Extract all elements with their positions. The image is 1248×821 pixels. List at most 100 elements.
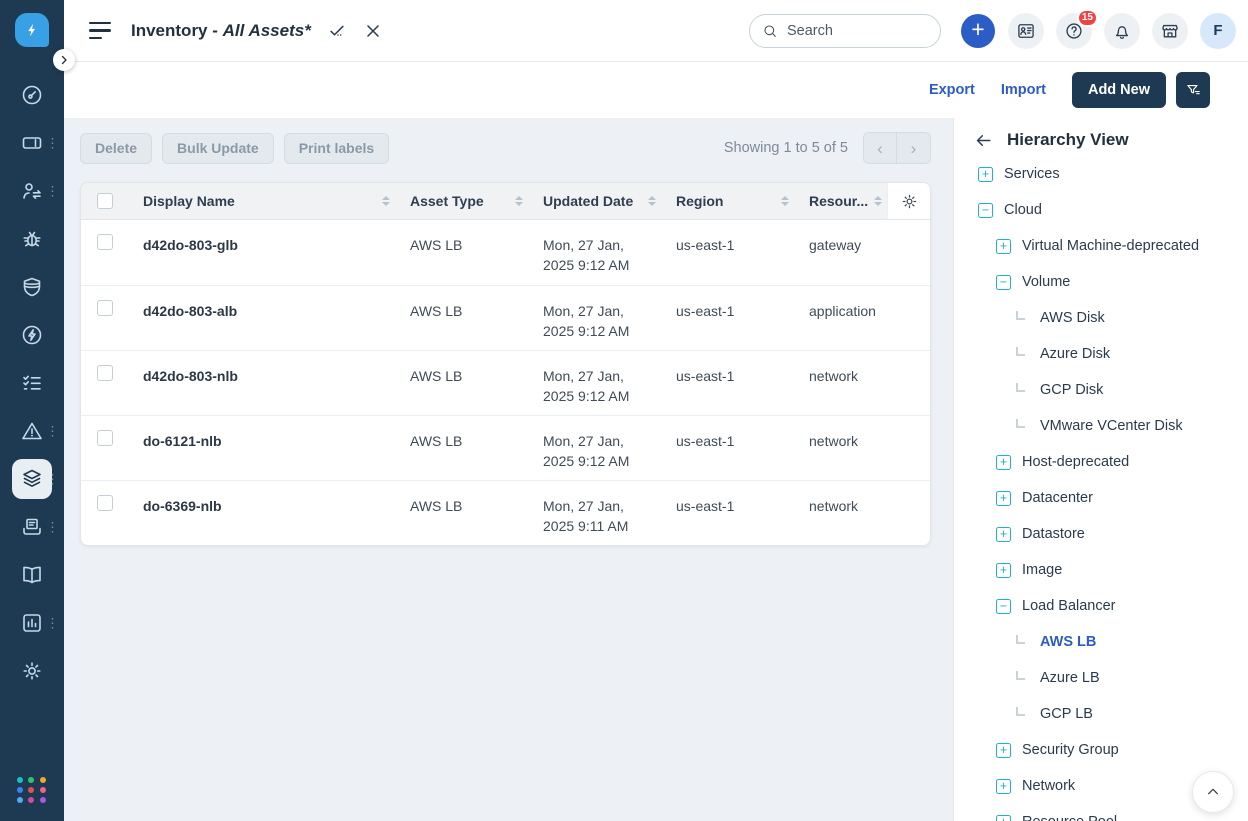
cell-display_name[interactable]: d42do-803-alb: [131, 286, 398, 350]
tree-item-vmware-vcenter-disk[interactable]: VMware VCenter Disk: [954, 408, 1248, 444]
export-link[interactable]: Export: [929, 82, 975, 98]
expand-node-icon[interactable]: +: [996, 455, 1011, 470]
bulk-update-button[interactable]: Bulk Update: [162, 133, 274, 164]
cell-display_name[interactable]: d42do-803-glb: [131, 220, 398, 285]
collapse-node-icon[interactable]: −: [978, 203, 993, 218]
cell-display_name[interactable]: d42do-803-nlb: [131, 351, 398, 415]
column-header[interactable]: Region: [664, 183, 797, 220]
expand-node-icon[interactable]: +: [996, 743, 1011, 758]
sidebar-item-settings[interactable]: [0, 647, 64, 695]
sort-icon[interactable]: [376, 196, 390, 207]
sidebar-item-print-jobs[interactable]: ⋮: [0, 503, 64, 551]
expand-node-icon[interactable]: +: [996, 779, 1011, 794]
row-checkbox[interactable]: [97, 365, 113, 381]
row-checkbox[interactable]: [97, 300, 113, 316]
add-new-button[interactable]: Add New: [1072, 72, 1166, 108]
user-avatar[interactable]: F: [1200, 13, 1236, 49]
next-page-button[interactable]: ›: [897, 133, 930, 163]
expand-node-icon[interactable]: +: [996, 239, 1011, 254]
column-header[interactable]: Display Name: [131, 183, 398, 220]
tree-item-cloud[interactable]: −Cloud: [954, 192, 1248, 228]
sort-icon[interactable]: [509, 196, 523, 207]
prev-page-button[interactable]: ‹: [864, 133, 897, 163]
tree-item-aws-lb[interactable]: AWS LB: [954, 624, 1248, 660]
sidebar-item-alerts[interactable]: ⋮: [0, 407, 64, 455]
cell-display_name[interactable]: do-6121-nlb: [131, 416, 398, 480]
tree-item-volume[interactable]: −Volume: [954, 264, 1248, 300]
row-checkbox[interactable]: [97, 495, 113, 511]
table-row-d42do-803-glb[interactable]: d42do-803-glbAWS LBMon, 27 Jan, 2025 9:1…: [81, 220, 930, 285]
table-row-d42do-803-alb[interactable]: d42do-803-albAWS LBMon, 27 Jan, 2025 9:1…: [81, 285, 930, 350]
sidebar-item-assets[interactable]: ⋮: [0, 455, 64, 503]
expand-node-icon[interactable]: +: [996, 527, 1011, 542]
table-row-d42do-803-nlb[interactable]: d42do-803-nlbAWS LBMon, 27 Jan, 2025 9:1…: [81, 350, 930, 415]
expand-node-icon[interactable]: +: [996, 815, 1011, 821]
help-button[interactable]: 15: [1056, 13, 1092, 49]
sidebar-item-menu-dots[interactable]: ⋮: [44, 135, 61, 152]
close-view-icon[interactable]: [363, 21, 383, 41]
sidebar-item-menu-dots[interactable]: ⋮: [44, 423, 61, 440]
column-header[interactable]: Resour...: [797, 183, 887, 220]
sort-icon[interactable]: [868, 196, 882, 207]
expand-node-icon[interactable]: +: [996, 563, 1011, 578]
expand-node-icon[interactable]: +: [978, 167, 993, 182]
back-arrow-icon[interactable]: [974, 131, 993, 150]
sidebar-item-user-requests[interactable]: ⋮: [0, 167, 64, 215]
tree-item-azure-lb[interactable]: Azure LB: [954, 660, 1248, 696]
tree-item-image[interactable]: +Image: [954, 552, 1248, 588]
sidebar-item-dashboard[interactable]: [0, 71, 64, 119]
sidebar-item-analytics[interactable]: ⋮: [0, 599, 64, 647]
sort-icon[interactable]: [642, 196, 656, 207]
search-input[interactable]: [787, 23, 930, 39]
sort-icon[interactable]: [775, 196, 789, 207]
sidebar-item-menu-dots[interactable]: ⋮: [44, 471, 61, 488]
menu-icon[interactable]: [89, 22, 113, 40]
sidebar-expand-button[interactable]: [53, 49, 75, 71]
sidebar-item-knowledge-base[interactable]: [0, 551, 64, 599]
print-labels-button[interactable]: Print labels: [284, 133, 389, 164]
apply-view-icon[interactable]: [327, 21, 347, 41]
search-box[interactable]: [749, 14, 941, 48]
column-header[interactable]: Updated Date: [531, 183, 664, 220]
tree-item-datastore[interactable]: +Datastore: [954, 516, 1248, 552]
delete-button[interactable]: Delete: [80, 133, 152, 164]
requesters-button[interactable]: [1008, 13, 1044, 49]
sidebar-item-menu-dots[interactable]: ⋮: [44, 183, 61, 200]
table-row-do-6369-nlb[interactable]: do-6369-nlbAWS LBMon, 27 Jan, 2025 9:11 …: [81, 480, 930, 545]
row-checkbox[interactable]: [97, 430, 113, 446]
tree-item-virtual-machine-deprecated[interactable]: +Virtual Machine-deprecated: [954, 228, 1248, 264]
sidebar-item-tickets[interactable]: ⋮: [0, 119, 64, 167]
marketplace-button[interactable]: [1152, 13, 1188, 49]
tree-item-gcp-lb[interactable]: GCP LB: [954, 696, 1248, 732]
table-row-do-6121-nlb[interactable]: do-6121-nlbAWS LBMon, 27 Jan, 2025 9:12 …: [81, 415, 930, 480]
sidebar-item-tasks[interactable]: [0, 359, 64, 407]
sidebar-item-changes[interactable]: [0, 311, 64, 359]
tree-item-load-balancer[interactable]: −Load Balancer: [954, 588, 1248, 624]
tree-item-services[interactable]: +Services: [954, 156, 1248, 192]
column-header[interactable]: Asset Type: [398, 183, 531, 220]
collapse-node-icon[interactable]: −: [996, 275, 1011, 290]
row-checkbox[interactable]: [97, 234, 113, 250]
sidebar-item-security[interactable]: [0, 263, 64, 311]
sidebar-item-problems[interactable]: [0, 215, 64, 263]
tree-item-gcp-disk[interactable]: GCP Disk: [954, 372, 1248, 408]
column-settings-button[interactable]: [887, 183, 930, 220]
quick-add-button[interactable]: +: [961, 14, 995, 48]
app-logo[interactable]: [15, 13, 49, 47]
tree-item-datacenter[interactable]: +Datacenter: [954, 480, 1248, 516]
collapse-node-icon[interactable]: −: [996, 599, 1011, 614]
tree-item-host-deprecated[interactable]: +Host-deprecated: [954, 444, 1248, 480]
expand-node-icon[interactable]: +: [996, 491, 1011, 506]
import-link[interactable]: Import: [1001, 82, 1046, 98]
tree-item-security-group[interactable]: +Security Group: [954, 732, 1248, 768]
sidebar-item-menu-dots[interactable]: ⋮: [44, 519, 61, 536]
apps-launcher-icon[interactable]: [17, 777, 47, 803]
scroll-to-top-button[interactable]: [1192, 771, 1234, 813]
sidebar-item-menu-dots[interactable]: ⋮: [44, 615, 61, 632]
filter-button[interactable]: [1176, 72, 1210, 108]
select-all-checkbox[interactable]: [97, 193, 113, 209]
notifications-button[interactable]: [1104, 13, 1140, 49]
tree-item-aws-disk[interactable]: AWS Disk: [954, 300, 1248, 336]
cell-display_name[interactable]: do-6369-nlb: [131, 481, 398, 545]
tree-item-azure-disk[interactable]: Azure Disk: [954, 336, 1248, 372]
